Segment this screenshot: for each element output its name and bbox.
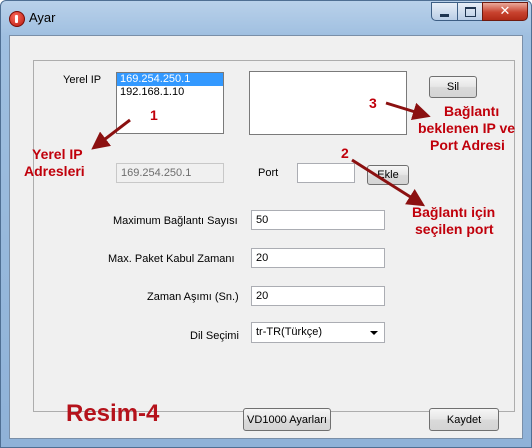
figure-label: Resim-4 xyxy=(66,400,160,427)
local-ip-caption-line1: Yerel IP xyxy=(32,146,83,162)
expected-caption-line1: Bağlantı xyxy=(444,103,500,119)
local-ip-caption-line2: Adresleri xyxy=(24,163,85,179)
port-caption: Bağlantı için seçilen port xyxy=(412,204,495,238)
arrow-to-port-caption xyxy=(351,158,426,207)
arrow-to-local-ip xyxy=(91,118,131,150)
expected-address-caption: Bağlantı beklenen IP ve Port Adresi xyxy=(418,103,515,154)
annotation-number-3: 3 xyxy=(369,95,377,111)
annotation-number-1: 1 xyxy=(150,107,158,123)
annotation-number-2: 2 xyxy=(341,145,349,161)
port-caption-line1: Bağlantı için xyxy=(412,204,496,220)
port-caption-line2: seçilen port xyxy=(415,221,494,237)
expected-caption-line3: Port Adresi xyxy=(430,137,505,153)
local-ip-caption: Yerel IP Adresleri xyxy=(24,146,85,180)
expected-caption-line2: beklenen IP ve xyxy=(418,120,516,136)
